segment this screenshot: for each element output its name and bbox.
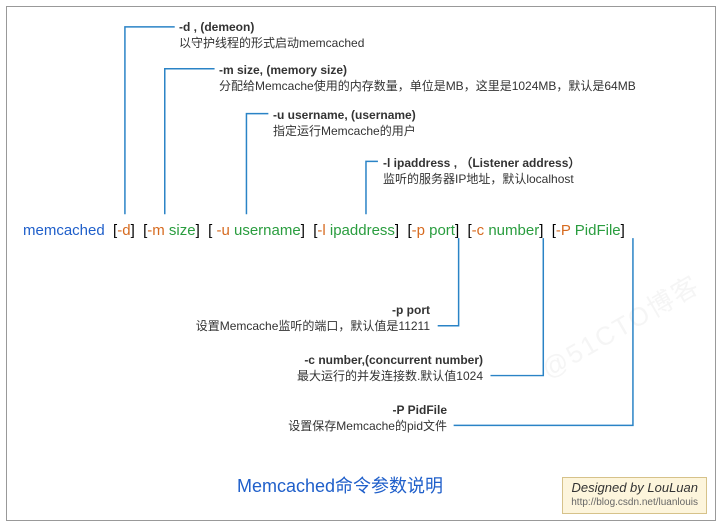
note-p: -p port 设置Memcache监听的端口，默认值是11211	[196, 302, 430, 334]
diagram-caption: Memcached命令参数说明	[237, 472, 443, 498]
arg-4-flag: -p	[412, 222, 430, 239]
command-line: memcached [-d] [-m size] [ -u username] …	[23, 222, 625, 239]
note-c-desc: 最大运行的并发连接数.默认值1024	[297, 369, 483, 383]
arg-4-close: ]	[455, 222, 459, 239]
note-m: -m size, (memory size) 分配给Memcache使用的内存数…	[219, 62, 636, 94]
arg-5-flag: -c	[472, 222, 489, 239]
note-c: -c number,(concurrent number) 最大运行的并发连接数…	[297, 352, 483, 384]
arg-0-close: ]	[131, 222, 135, 239]
note-l-desc: 监听的服务器IP地址，默认localhost	[383, 172, 574, 186]
arg-6-flag: -P	[556, 222, 575, 239]
diagram-frame: @51CTO博客 -d , (demeon) 以守护线程的形式启动memcach…	[6, 6, 716, 521]
arg-2-close: ]	[301, 222, 305, 239]
note-l: -l ipaddress , （Listener address） 监听的服务器…	[383, 155, 580, 187]
note-u: -u username, (username) 指定运行Memcache的用户	[273, 107, 416, 139]
arg-3-val: ipaddress	[330, 222, 395, 239]
note-l-title: -l ipaddress , （Listener address）	[383, 156, 580, 170]
arg-6-close: ]	[621, 222, 625, 239]
note-p-title: -p port	[392, 303, 430, 317]
note-m-title: -m size, (memory size)	[219, 63, 347, 77]
arg-1-val: size	[169, 222, 196, 239]
arg-1-close: ]	[196, 222, 200, 239]
arg-6-val: PidFile	[575, 222, 621, 239]
note-d-desc: 以守护线程的形式启动memcached	[179, 36, 364, 50]
arg-2-flag: -u	[216, 222, 234, 239]
arg-3-flag: -l	[317, 222, 330, 239]
note-Pfile-desc: 设置保存Memcache的pid文件	[288, 419, 447, 433]
credit-box: Designed by LouLuan http://blog.csdn.net…	[562, 477, 707, 514]
note-u-title: -u username, (username)	[273, 108, 416, 122]
arg-2-val: username	[234, 222, 301, 239]
arg-5-close: ]	[539, 222, 543, 239]
note-Pfile-title: -P PidFile	[393, 403, 447, 417]
arg-3-close: ]	[395, 222, 399, 239]
watermark: @51CTO博客	[534, 265, 706, 386]
arg-4-val: port	[429, 222, 455, 239]
note-c-title: -c number,(concurrent number)	[304, 353, 483, 367]
note-u-desc: 指定运行Memcache的用户	[273, 124, 416, 138]
credit-by: Designed by LouLuan	[572, 480, 699, 495]
note-m-desc: 分配给Memcache使用的内存数量，单位是MB，这里是1024MB，默认是64…	[219, 79, 636, 93]
note-d-title: -d , (demeon)	[179, 20, 254, 34]
arg-5-val: number	[488, 222, 539, 239]
credit-url: http://blog.csdn.net/luanlouis	[571, 497, 698, 508]
command-name: memcached	[23, 222, 105, 239]
arg-0-flag: -d	[117, 222, 130, 239]
note-Pfile: -P PidFile 设置保存Memcache的pid文件	[288, 402, 447, 434]
note-d: -d , (demeon) 以守护线程的形式启动memcached	[179, 19, 364, 51]
arg-1-flag: -m	[147, 222, 169, 239]
note-p-desc: 设置Memcache监听的端口，默认值是11211	[196, 319, 430, 333]
